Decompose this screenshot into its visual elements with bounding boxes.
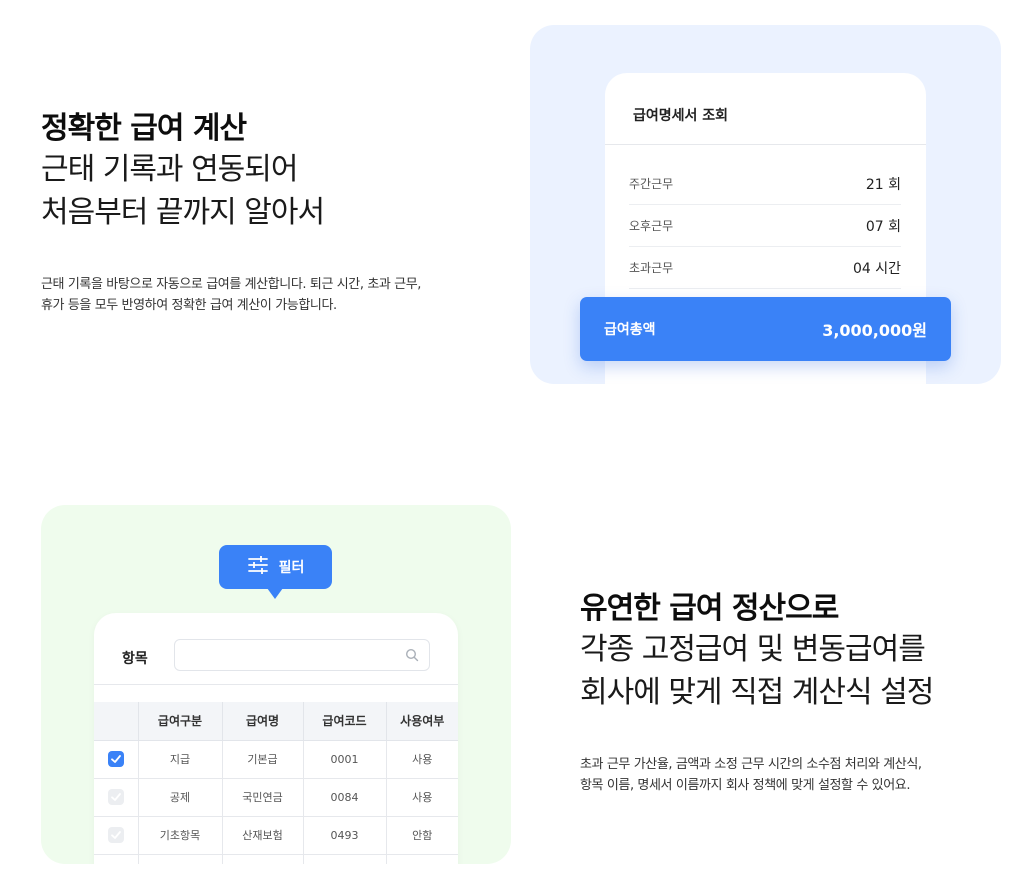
section1-description-line-1: 근태 기록을 바탕으로 자동으로 급여를 계산합니다. 퇴근 시간, 초과 근무… <box>41 277 422 292</box>
payslip-title: 급여명세서 조회 <box>633 108 729 124</box>
filter-illustration-panel: 필터 항목 급여구분 급여명 급여코드 사용여부 지급 기본급 0001 사용 … <box>41 505 511 864</box>
table-row[interactable]: 기초항목 산재보험 0493 안함 <box>94 816 458 855</box>
filter-item-label: 항목 <box>122 651 148 667</box>
payslip-row-value: 21 회 <box>865 176 901 193</box>
table-row[interactable]: 공제 국민연금 0084 사용 <box>94 778 458 817</box>
section2-description-line-2: 항목 이름, 명세서 이름까지 회사 정책에 맞게 설정할 수 있어요. <box>580 778 911 793</box>
payslip-total-label: 급여총액 <box>604 322 656 338</box>
section1-text: 정확한 급여 계산 근태 기록과 연동되어 처음부터 끝까지 알아서 근태 기록… <box>41 110 501 316</box>
table-header-type: 급여구분 <box>138 702 223 741</box>
check-icon <box>110 831 121 839</box>
section1-title: 정확한 급여 계산 <box>41 111 247 146</box>
payslip-row-label: 초과근무 <box>629 261 674 275</box>
section2-subtitle-line-1: 각종 고정급여 및 변동급여를 <box>580 632 926 667</box>
row-type: 공제 <box>138 778 223 817</box>
section1-subtitle-line-1: 근태 기록과 연동되어 <box>41 152 298 187</box>
section1-description: 근태 기록을 바탕으로 자동으로 급여를 계산합니다. 퇴근 시간, 초과 근무… <box>41 274 501 316</box>
row-checkbox-cell[interactable] <box>94 778 139 817</box>
table-header-select <box>94 702 139 741</box>
section2-text: 유연한 급여 정산으로 각종 고정급여 및 변동급여를 회사에 맞게 직접 계산… <box>580 590 1010 796</box>
filter-button-caret <box>267 588 283 599</box>
section1-description-line-2: 휴가 등을 모두 반영하여 정확한 급여 계산이 가능합니다. <box>41 298 337 313</box>
row-name: 기본급 <box>222 740 304 779</box>
payslip-total-bar: 급여총액 3,000,000원 <box>580 297 951 361</box>
check-icon <box>110 755 121 763</box>
payslip-total-value: 3,000,000원 <box>822 321 927 340</box>
sliders-icon <box>247 555 269 579</box>
row-status: 사용 <box>386 778 458 817</box>
row-code: 0001 <box>303 740 387 779</box>
payslip-row-label: 오후근무 <box>629 219 674 233</box>
section2-description: 초과 근무 가산율, 금액과 소정 근무 시간의 소수점 처리와 계산식, 항목… <box>580 754 1010 796</box>
table-header-code: 급여코드 <box>303 702 387 741</box>
section2-description-line-1: 초과 근무 가산율, 금액과 소정 근무 시간의 소수점 처리와 계산식, <box>580 757 922 772</box>
checkbox-checked[interactable] <box>107 751 124 767</box>
pay-items-table: 급여구분 급여명 급여코드 사용여부 지급 기본급 0001 사용 공제 국민연… <box>94 702 458 864</box>
table-header-status: 사용여부 <box>386 702 458 741</box>
row-code: 0493 <box>303 816 387 855</box>
row-name: 산재보험 <box>222 816 304 855</box>
filter-divider <box>94 684 458 685</box>
payslip-row-label: 주간근무 <box>629 177 674 191</box>
section1-subtitle-line-2: 처음부터 끝까지 알아서 <box>41 195 325 230</box>
payslip-row-value: 07 회 <box>865 218 901 235</box>
payslip-divider <box>605 144 926 145</box>
filter-button-label: 필터 <box>278 560 305 576</box>
section2-subtitle-line-2: 회사에 맞게 직접 계산식 설정 <box>580 675 934 710</box>
payslip-row: 오후근무 07 회 <box>629 205 901 247</box>
row-name: 국민연금 <box>222 778 304 817</box>
row-type: 기초항목 <box>138 816 223 855</box>
table-header-row: 급여구분 급여명 급여코드 사용여부 <box>94 702 458 741</box>
table-header-name: 급여명 <box>222 702 304 741</box>
row-status: 안함 <box>386 816 458 855</box>
filter-button[interactable]: 필터 <box>219 545 332 589</box>
search-icon <box>405 647 419 666</box>
checkbox-disabled[interactable] <box>107 789 124 805</box>
row-checkbox-cell[interactable] <box>94 740 139 779</box>
payslip-row-value: 04 시간 <box>852 260 901 277</box>
row-status: 사용 <box>386 740 458 779</box>
payslip-row: 주간근무 21 회 <box>629 163 901 205</box>
filter-card: 항목 급여구분 급여명 급여코드 사용여부 지급 기본급 0001 사용 공제 … <box>94 613 458 864</box>
section2-title: 유연한 급여 정산으로 <box>580 591 839 626</box>
row-checkbox-cell[interactable] <box>94 816 139 855</box>
row-type: 지급 <box>138 740 223 779</box>
checkbox-disabled[interactable] <box>107 827 124 843</box>
table-row[interactable]: 지급 기본급 0001 사용 <box>94 740 458 779</box>
table-row <box>94 854 458 864</box>
search-input[interactable] <box>174 639 430 671</box>
row-code: 0084 <box>303 778 387 817</box>
payslip-row: 초과근무 04 시간 <box>629 247 901 289</box>
check-icon <box>110 793 121 801</box>
